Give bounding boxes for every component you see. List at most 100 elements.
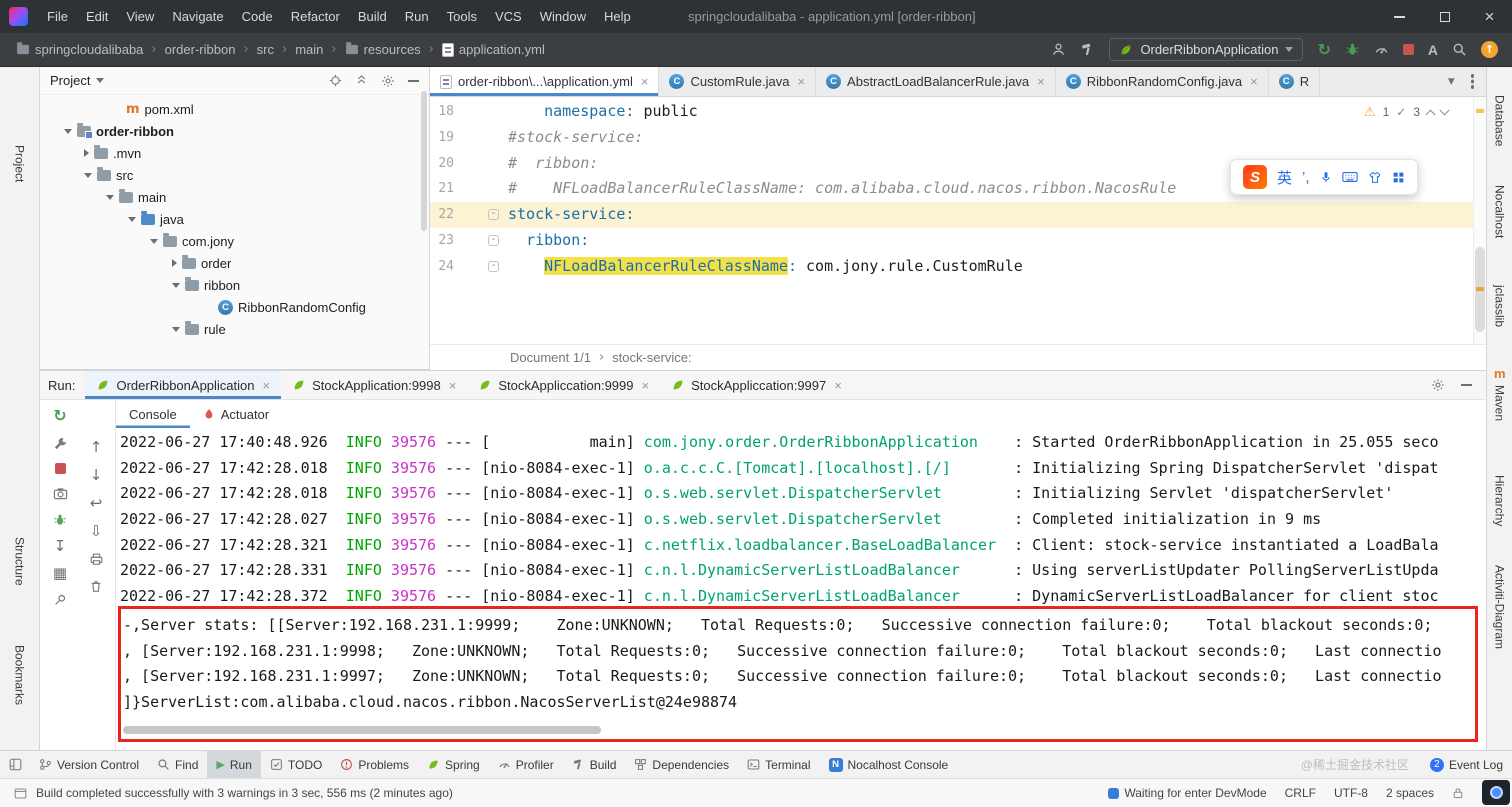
toolwindow-switcher-icon[interactable]: [0, 751, 30, 778]
menu-build[interactable]: Build: [349, 0, 396, 33]
toolwindow-hierarchy-button[interactable]: Hierarchy: [1493, 475, 1507, 526]
tree-item-ribbonrandomconfig[interactable]: C RibbonRandomConfig: [40, 296, 429, 318]
skin-icon[interactable]: [1368, 171, 1382, 184]
editor-annotation-stripe[interactable]: [1473, 97, 1486, 344]
menu-vcs[interactable]: VCS: [486, 0, 531, 33]
menu-help[interactable]: Help: [595, 0, 640, 33]
close-tab-icon[interactable]: ×: [263, 378, 271, 393]
horizontal-scrollbar[interactable]: [123, 726, 601, 734]
tree-item-order[interactable]: order: [40, 252, 429, 274]
code-with-me-icon[interactable]: [1051, 42, 1066, 57]
toolwindow-run-button[interactable]: ▶ Run: [207, 751, 261, 778]
keyboard-icon[interactable]: [1341, 171, 1358, 183]
breadcrumb-module[interactable]: order-ribbon: [165, 42, 236, 57]
minimize-button[interactable]: [1377, 0, 1422, 33]
tree-item-order-ribbon[interactable]: order-ribbon: [40, 120, 429, 142]
previous-issue-icon[interactable]: [1425, 109, 1436, 119]
edit-configuration-icon[interactable]: [53, 436, 68, 451]
fold-marker-icon[interactable]: -: [488, 260, 499, 272]
run-tab-stockapplication-9997[interactable]: StockAppliccation:9997 ×: [660, 371, 853, 399]
tab-truncated[interactable]: CR: [1269, 67, 1321, 96]
stop-button[interactable]: [54, 463, 66, 474]
tree-item-main[interactable]: main: [40, 186, 429, 208]
tab-ribbonrandomconfig[interactable]: C RibbonRandomConfig.java ×: [1056, 67, 1269, 96]
toolwindow-maven-button[interactable]: Maven: [1493, 385, 1507, 421]
tree-item-ribbon[interactable]: ribbon: [40, 274, 429, 296]
toolwindow-find-button[interactable]: Find: [148, 751, 207, 778]
collapse-all-button[interactable]: [355, 74, 368, 87]
fold-marker-icon[interactable]: -: [488, 209, 499, 221]
settings-gear-icon[interactable]: [381, 74, 395, 88]
tree-item-rule[interactable]: rule: [40, 318, 429, 340]
toolwindow-profiler-button[interactable]: Profiler: [489, 751, 563, 778]
devmode-status[interactable]: Waiting for enter DevMode: [1108, 786, 1267, 800]
search-everywhere-icon[interactable]: [1452, 42, 1467, 57]
menu-tools[interactable]: Tools: [438, 0, 486, 33]
print-icon[interactable]: [89, 552, 104, 566]
run-tab-stockapplication-9998[interactable]: StockApplication:9998 ×: [281, 371, 467, 399]
close-tab-icon[interactable]: ×: [449, 378, 457, 393]
lock-icon[interactable]: [1452, 786, 1464, 800]
breadcrumb-resources[interactable]: resources: [345, 42, 421, 57]
close-tab-icon[interactable]: ×: [642, 378, 650, 393]
thread-dump-icon[interactable]: [53, 486, 68, 501]
update-available-icon[interactable]: ↑: [1481, 41, 1498, 58]
translate-icon[interactable]: A: [1428, 42, 1438, 58]
toolwindow-nocalhost-console-button[interactable]: N Nocalhost Console: [820, 751, 958, 778]
background-tasks-icon[interactable]: [14, 787, 27, 800]
tree-item-pom[interactable]: m pom.xml: [40, 98, 429, 120]
project-scrollbar[interactable]: [421, 91, 427, 231]
import-icon[interactable]: ↧: [54, 539, 67, 554]
toolwindow-structure-button[interactable]: Structure: [13, 537, 27, 586]
breadcrumb-main[interactable]: main: [295, 42, 323, 57]
project-view-title[interactable]: Project: [50, 73, 90, 88]
soft-wrap-icon[interactable]: ↩: [90, 496, 103, 511]
close-tab-icon[interactable]: ×: [797, 74, 805, 89]
toolwindow-version-control-button[interactable]: Version Control: [30, 751, 148, 778]
menu-window[interactable]: Window: [531, 0, 595, 33]
run-tab-orderribbonapplication[interactable]: OrderRibbonApplication ×: [85, 371, 282, 399]
line-ending-selector[interactable]: CRLF: [1285, 786, 1316, 800]
close-tab-icon[interactable]: ×: [641, 74, 649, 89]
maven-icon[interactable]: m: [1494, 367, 1506, 380]
debug-button[interactable]: [1345, 42, 1360, 57]
close-tab-icon[interactable]: ×: [834, 378, 842, 393]
inspections-widget[interactable]: ⚠ 1 ✓ 3: [1356, 103, 1455, 121]
more-options-icon[interactable]: [1470, 74, 1474, 78]
warning-stripe-mark[interactable]: [1476, 287, 1484, 291]
pin-icon[interactable]: [53, 593, 67, 607]
settings-gear-icon[interactable]: [1431, 378, 1445, 392]
tree-item-src[interactable]: src: [40, 164, 429, 186]
breadcrumb-document[interactable]: Document 1/1: [510, 350, 591, 365]
toolwindow-spring-button[interactable]: Spring: [418, 751, 489, 778]
menu-run[interactable]: Run: [396, 0, 438, 33]
gc-icon[interactable]: [53, 513, 67, 527]
stop-button[interactable]: [1402, 44, 1414, 55]
breadcrumb-file[interactable]: application.yml: [441, 42, 545, 57]
rerun-button[interactable]: ↻: [53, 408, 66, 424]
tab-application-yml[interactable]: order-ribbon\...\application.yml ×: [430, 67, 660, 96]
tab-customrule[interactable]: C CustomRule.java ×: [659, 67, 817, 96]
next-issue-icon[interactable]: [1439, 105, 1450, 115]
toolwindow-project-button[interactable]: Project: [13, 145, 27, 182]
tab-abstractloadbalancerrule[interactable]: C AbstractLoadBalancerRule.java ×: [816, 67, 1056, 96]
down-stack-trace-icon[interactable]: ↓: [90, 468, 103, 483]
microphone-icon[interactable]: [1320, 170, 1332, 184]
indent-selector[interactable]: 2 spaces: [1386, 786, 1434, 800]
maximize-button[interactable]: [1422, 0, 1467, 33]
toolwindow-activiti-button[interactable]: Activiti-Diagram: [1493, 565, 1507, 649]
breadcrumb-yaml-node[interactable]: stock-service:: [612, 350, 691, 365]
status-message[interactable]: Build completed successfully with 3 warn…: [36, 786, 453, 800]
breadcrumb-src[interactable]: src: [257, 42, 274, 57]
toolwindow-problems-button[interactable]: Problems: [331, 751, 418, 778]
menu-view[interactable]: View: [117, 0, 163, 33]
rerun-button[interactable]: ↻: [1317, 41, 1330, 58]
code-area[interactable]: 18 namespace: public 19 #stock-service: 2…: [430, 97, 1473, 344]
juejin-floating-widget[interactable]: [1482, 780, 1510, 805]
toolbox-grid-icon[interactable]: [1392, 171, 1405, 184]
breadcrumb-project[interactable]: springcloudalibaba: [16, 42, 143, 57]
toolwindow-todo-button[interactable]: TODO: [261, 751, 331, 778]
close-button[interactable]: ×: [1467, 0, 1512, 33]
build-hammer-icon[interactable]: [1080, 42, 1095, 57]
fold-marker-icon[interactable]: -: [488, 234, 499, 246]
